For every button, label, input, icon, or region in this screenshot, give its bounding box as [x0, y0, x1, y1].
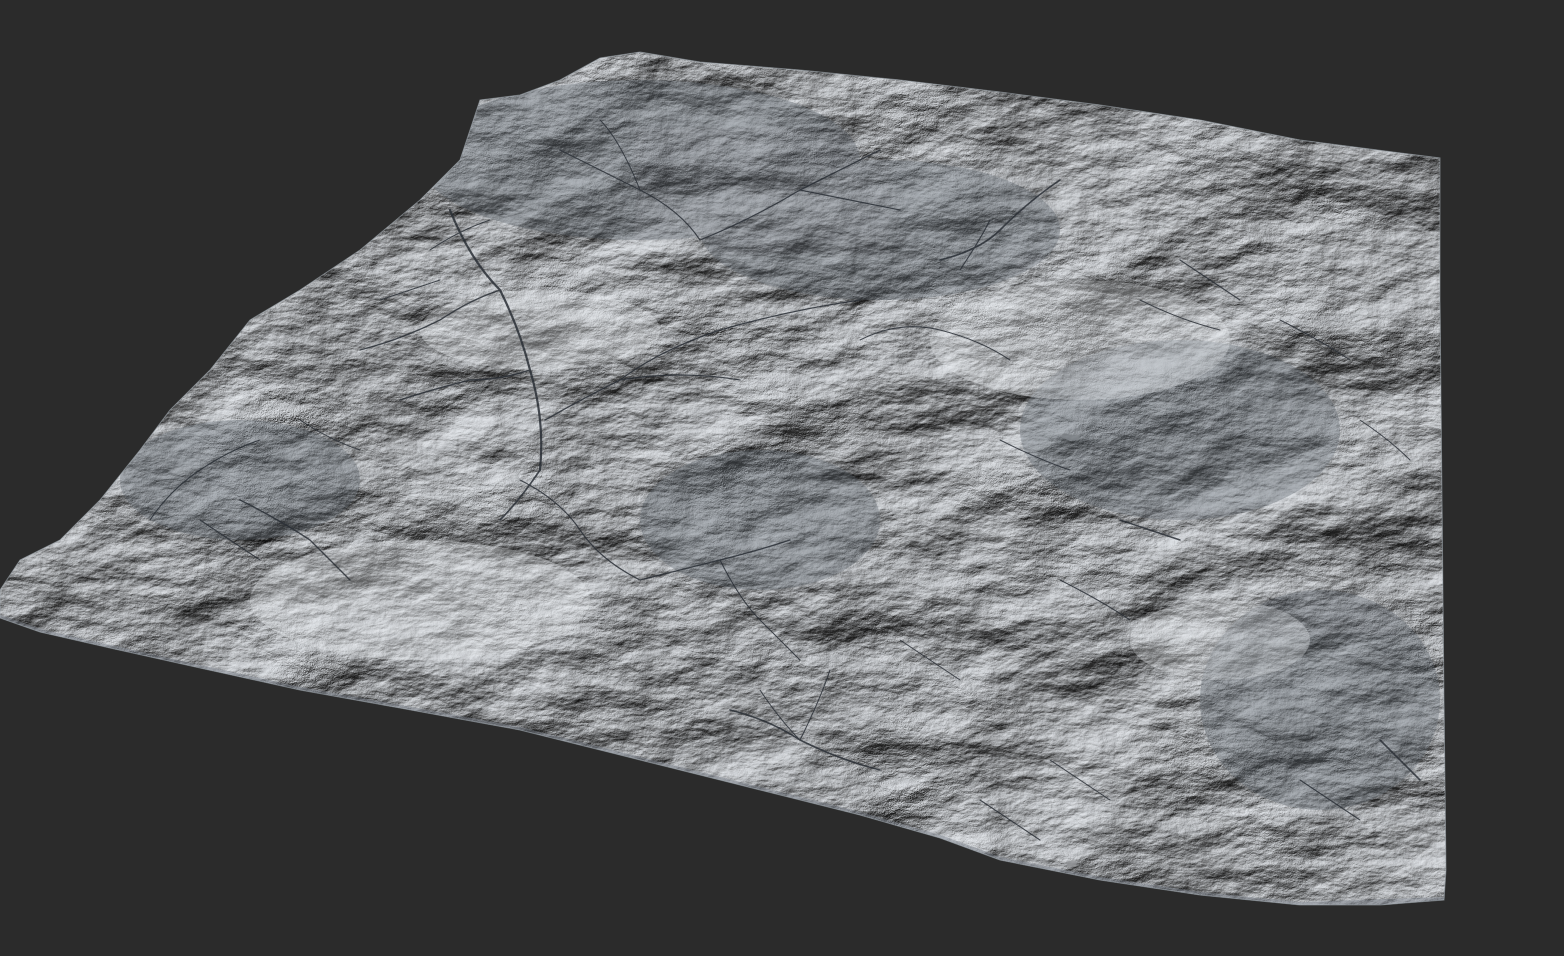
3d-viewport[interactable] [0, 0, 1564, 956]
terrain-mesh [0, 52, 1446, 905]
terrain-render [0, 51, 1447, 906]
